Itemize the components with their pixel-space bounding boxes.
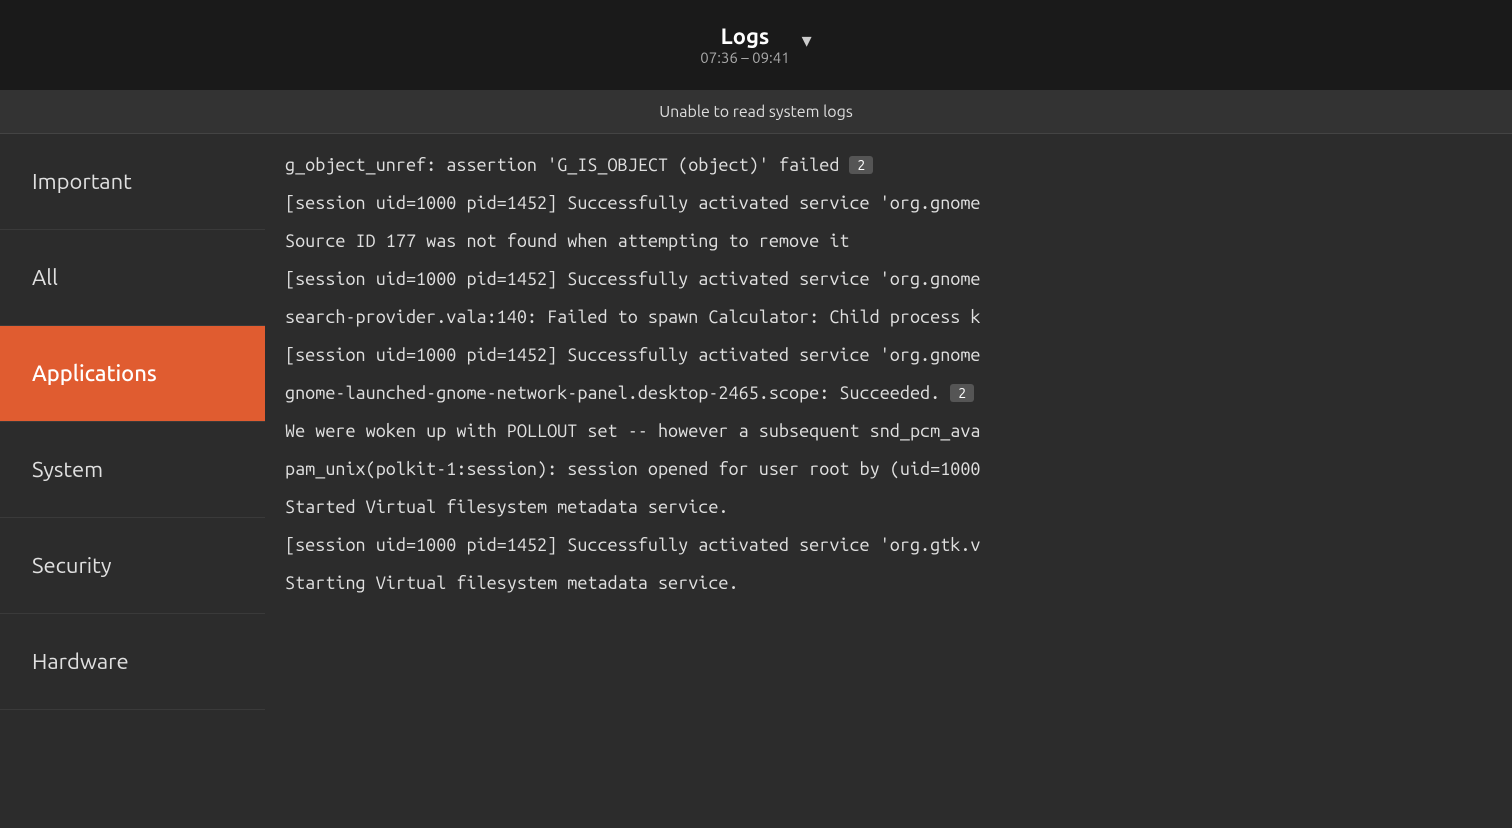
top-bar-content: Logs 07:36 – 09:41 ▾ (700, 24, 811, 66)
sidebar-item-important[interactable]: Important (0, 134, 265, 230)
log-badge: 2 (950, 384, 974, 402)
sidebar-item-label: Hardware (32, 649, 129, 674)
log-line-text: Starting Virtual filesystem metadata ser… (285, 574, 739, 592)
log-line-text: Source ID 177 was not found when attempt… (285, 232, 849, 250)
log-line-text: [session uid=1000 pid=1452] Successfully… (285, 346, 981, 364)
log-line-text: Started Virtual filesystem metadata serv… (285, 498, 729, 516)
dropdown-icon[interactable]: ▾ (802, 28, 812, 52)
log-badge: 2 (849, 156, 873, 174)
log-line-text: gnome-launched-gnome-network-panel.deskt… (285, 384, 940, 402)
sidebar-item-label: Security (32, 553, 111, 578)
sidebar-item-label: Applications (32, 361, 157, 386)
log-line: [session uid=1000 pid=1452] Successfully… (265, 184, 1512, 222)
log-line: Starting Virtual filesystem metadata ser… (265, 564, 1512, 602)
sidebar: Important All Applications System Securi… (0, 134, 265, 828)
status-bar: Unable to read system logs (0, 90, 1512, 134)
log-line-text: pam_unix(polkit-1:session): session open… (285, 460, 981, 478)
main-content: Important All Applications System Securi… (0, 134, 1512, 828)
log-line: g_object_unref: assertion 'G_IS_OBJECT (… (265, 146, 1512, 184)
log-line-text: g_object_unref: assertion 'G_IS_OBJECT (… (285, 156, 839, 174)
log-line: [session uid=1000 pid=1452] Successfully… (265, 336, 1512, 374)
sidebar-item-system[interactable]: System (0, 422, 265, 518)
logs-title-block: Logs 07:36 – 09:41 (700, 24, 789, 66)
sidebar-item-label: Important (32, 169, 132, 194)
log-line-text: [session uid=1000 pid=1452] Successfully… (285, 194, 981, 212)
top-bar: Logs 07:36 – 09:41 ▾ (0, 0, 1512, 90)
sidebar-item-all[interactable]: All (0, 230, 265, 326)
log-line: [session uid=1000 pid=1452] Successfully… (265, 260, 1512, 298)
sidebar-item-security[interactable]: Security (0, 518, 265, 614)
log-line: gnome-launched-gnome-network-panel.deskt… (265, 374, 1512, 412)
log-line-text: [session uid=1000 pid=1452] Successfully… (285, 536, 981, 554)
log-line: We were woken up with POLLOUT set -- how… (265, 412, 1512, 450)
log-line-text: [session uid=1000 pid=1452] Successfully… (285, 270, 981, 288)
log-content: g_object_unref: assertion 'G_IS_OBJECT (… (265, 134, 1512, 828)
log-line: pam_unix(polkit-1:session): session open… (265, 450, 1512, 488)
sidebar-item-label: All (32, 265, 58, 290)
log-line: Started Virtual filesystem metadata serv… (265, 488, 1512, 526)
logs-title: Logs (721, 24, 770, 49)
sidebar-item-applications[interactable]: Applications (0, 326, 265, 422)
log-line: search-provider.vala:140: Failed to spaw… (265, 298, 1512, 336)
log-line: Source ID 177 was not found when attempt… (265, 222, 1512, 260)
log-line: [session uid=1000 pid=1452] Successfully… (265, 526, 1512, 564)
log-line-text: search-provider.vala:140: Failed to spaw… (285, 308, 981, 326)
status-message: Unable to read system logs (659, 103, 853, 121)
log-line-text: We were woken up with POLLOUT set -- how… (285, 422, 981, 440)
sidebar-item-label: System (32, 457, 103, 482)
sidebar-item-hardware[interactable]: Hardware (0, 614, 265, 710)
logs-time-range: 07:36 – 09:41 (700, 49, 789, 66)
